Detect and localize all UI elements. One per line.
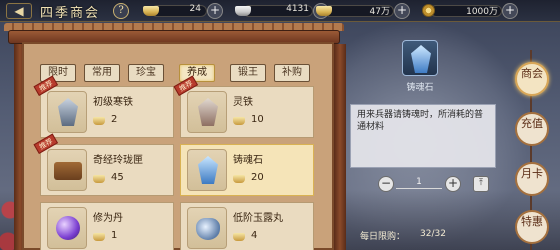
soul-stone-icon — [198, 156, 218, 184]
item-thumb — [187, 91, 227, 133]
side-nav-shop[interactable]: 商会 — [515, 62, 549, 96]
item-price: 4 — [251, 230, 258, 241]
tab-treasure[interactable]: 珍宝 — [128, 64, 164, 82]
resource-value: 24 — [189, 4, 201, 14]
gold-ingot-icon — [233, 233, 245, 241]
tab-forge[interactable]: 锻王 — [230, 64, 266, 82]
item-price: 20 — [251, 172, 264, 183]
panel-right-pillar — [334, 44, 346, 250]
gold-ingot-icon — [93, 233, 105, 241]
cold-iron-icon — [58, 98, 78, 126]
quantity-value: 1 — [416, 177, 422, 187]
resource-value: 4131 — [286, 4, 309, 14]
add-gold-button[interactable]: + — [207, 3, 223, 19]
item-card[interactable]: 低阶玉露丸 4 — [180, 202, 314, 250]
treasure-chest-icon — [54, 162, 82, 180]
quantity-decrease-button[interactable]: − — [378, 176, 394, 192]
page-title: 四季商会 — [40, 6, 101, 21]
gold-ingot-icon — [233, 175, 245, 183]
resource-silver-ingot: 4131 + — [235, 3, 329, 19]
cultivation-pill-icon — [56, 216, 80, 240]
item-name: 奇经玲珑匣 — [93, 155, 143, 166]
spirit-iron-icon — [198, 98, 218, 126]
item-card[interactable]: 推荐 奇经玲珑匣 45 — [33, 133, 174, 196]
selected-item-name: 铸魂石 — [406, 83, 434, 93]
resource-value: 47万 — [369, 7, 390, 17]
gold-ingot-icon — [93, 175, 105, 183]
selected-item-icon — [402, 40, 438, 76]
tab-common[interactable]: 常用 — [84, 64, 120, 82]
add-gold-button-2[interactable]: + — [394, 3, 410, 19]
gold-ingot-icon — [143, 4, 161, 18]
copper-coin-icon — [422, 4, 440, 18]
item-name: 铸魂石 — [233, 155, 263, 166]
silver-ingot-icon — [235, 4, 253, 18]
gold-ingot-icon — [316, 4, 334, 18]
quantity-increase-button[interactable]: + — [445, 176, 461, 192]
gold-ingot-icon — [93, 117, 105, 125]
back-button[interactable]: ◀ — [6, 3, 32, 19]
resource-value: 1000万 — [466, 7, 498, 17]
item-thumb — [47, 207, 87, 249]
quantity-max-button[interactable]: ⤒ — [473, 176, 489, 192]
gold-ingot-icon — [233, 117, 245, 125]
item-card-selected[interactable]: 铸魂石 20 — [180, 144, 314, 196]
tab-restock[interactable]: 补购 — [274, 64, 310, 82]
item-grid: 推荐 初级寒铁 2 推荐 灵铁 10 推荐 奇经玲珑匣 45 铸魂石 20 修为… — [33, 75, 334, 250]
item-thumb — [187, 149, 227, 191]
top-bar: ◀ 四季商会 ? 24 + 4131 + 47万 + 1000万 + — [0, 0, 560, 22]
side-nav-monthly-card[interactable]: 月卡 — [515, 162, 549, 196]
item-card[interactable]: 推荐 初级寒铁 2 — [33, 75, 174, 138]
help-button[interactable]: ? — [113, 3, 129, 19]
item-price: 2 — [111, 114, 118, 125]
item-name: 低阶玉露丸 — [233, 213, 283, 224]
resource-gold-ingot-2: 47万 + — [316, 3, 410, 19]
daily-limit-label: 每日限购： — [360, 232, 406, 242]
side-nav-recharge[interactable]: 充值 — [515, 112, 549, 146]
item-price: 45 — [111, 172, 124, 183]
back-arrow-icon: ◀ — [14, 4, 24, 18]
item-thumb — [47, 91, 87, 133]
add-copper-button[interactable]: + — [502, 3, 518, 19]
item-name: 灵铁 — [233, 97, 253, 108]
item-card[interactable]: 推荐 灵铁 10 — [173, 75, 314, 138]
item-thumb — [47, 149, 87, 191]
item-description: 用来兵器请铸魂时，所消耗的普通材料 — [350, 104, 496, 168]
item-card[interactable]: 修为丹 1 — [40, 202, 174, 250]
resource-copper: 1000万 + — [422, 3, 520, 19]
item-price: 1 — [111, 230, 118, 241]
daily-limit-value: 32/32 — [420, 229, 446, 239]
resource-gold-ingot: 24 + — [143, 3, 223, 19]
item-price: 10 — [251, 114, 264, 125]
side-nav-special-offer[interactable]: 特惠 — [515, 210, 549, 244]
jade-dew-pill-icon — [196, 218, 220, 240]
item-name: 修为丹 — [93, 213, 123, 224]
soul-stone-icon — [411, 45, 431, 73]
item-name: 初级寒铁 — [93, 97, 133, 108]
item-thumb — [187, 207, 227, 249]
side-navigation: 商会 充值 月卡 特惠 — [511, 50, 551, 250]
